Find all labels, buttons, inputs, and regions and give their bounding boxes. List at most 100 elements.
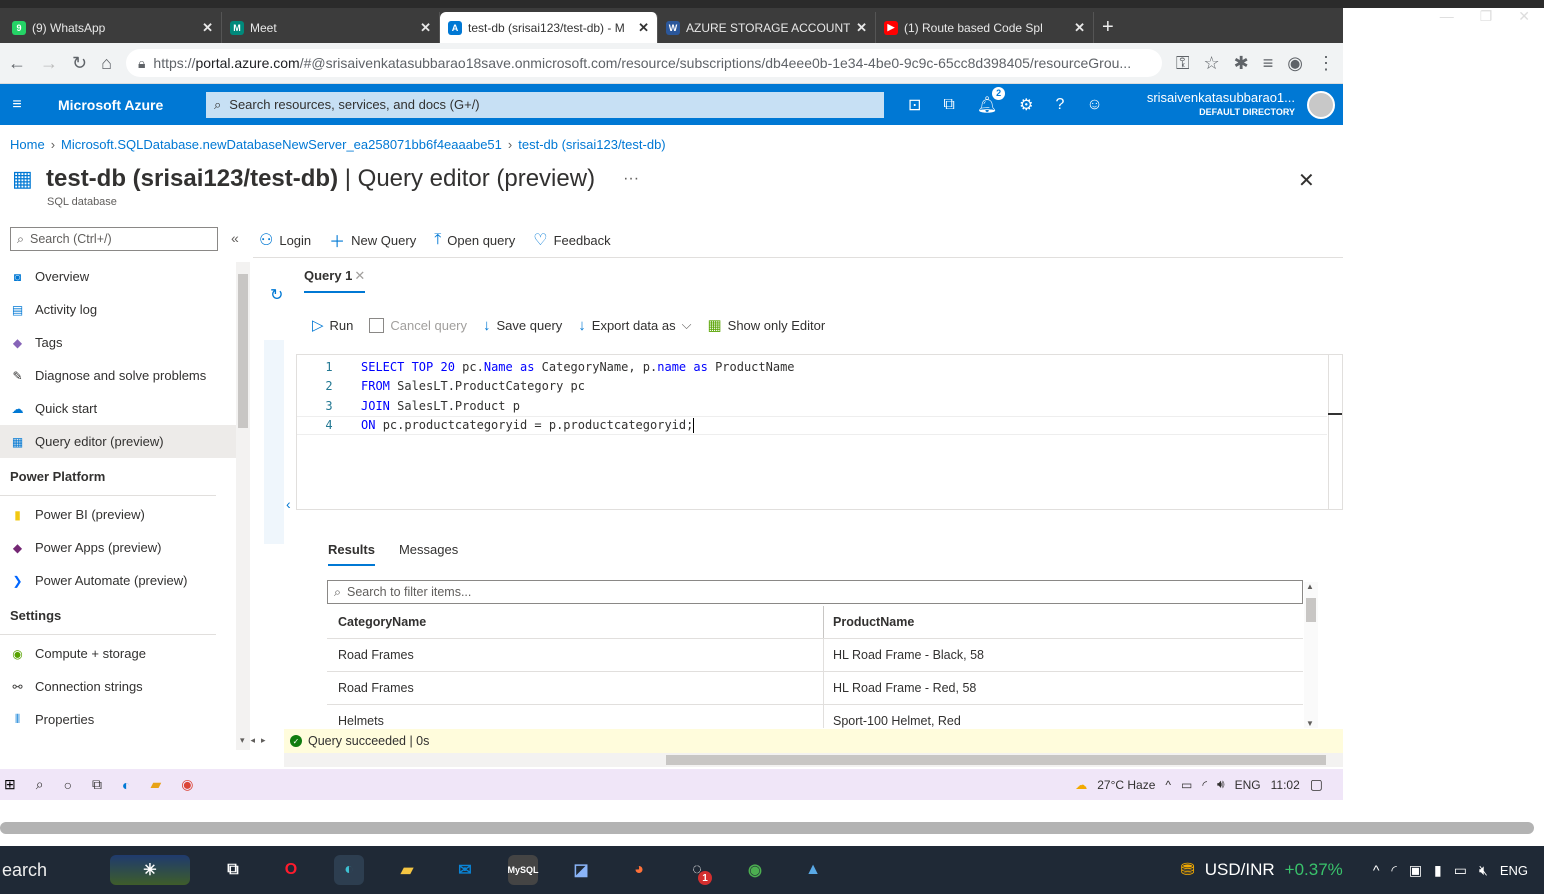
task-view-icon[interactable]: ⧉ xyxy=(92,776,102,793)
chrome-icon[interactable]: ◉ xyxy=(181,776,193,793)
sidebar-item[interactable]: ◙ Overview xyxy=(0,260,236,293)
wifi-icon[interactable]: ◜ xyxy=(1202,778,1207,792)
settings-gear-icon[interactable]: ⚙ xyxy=(1019,95,1033,115)
notification-center-icon[interactable]: ▢ xyxy=(1310,776,1323,793)
close-tab-icon[interactable]: ✕ xyxy=(202,20,213,36)
scroll-arrows[interactable]: ▾◂▸ xyxy=(240,735,272,746)
sidebar-item[interactable]: ▤ Activity log xyxy=(0,293,236,326)
refresh-icon[interactable]: ↻ xyxy=(270,285,283,305)
run-button[interactable]: ▷ Run xyxy=(312,316,353,334)
table-row[interactable]: Road Frames HL Road Frame - Red, 58 xyxy=(327,672,1303,705)
more-icon[interactable]: ··· xyxy=(623,170,639,188)
column-header[interactable]: CategoryName xyxy=(327,606,824,638)
browser-tab[interactable]: M Meet ✕ xyxy=(222,12,440,43)
close-tab-icon[interactable]: ✕ xyxy=(856,20,867,36)
sidebar-item[interactable]: ◆ Tags xyxy=(0,326,236,359)
file-explorer-icon[interactable]: ▰ xyxy=(151,776,162,793)
sidebar-item[interactable]: ☁ Quick start xyxy=(0,392,236,425)
code-line[interactable]: 1 SELECT TOP 20 pc.Name as CategoryName, … xyxy=(297,357,1327,376)
whatsapp-icon[interactable]: ◌ 1 xyxy=(682,855,712,885)
edge-icon[interactable]: ◐ xyxy=(334,855,364,885)
scrollbar-thumb[interactable] xyxy=(1306,598,1316,622)
cancel-query-button[interactable]: Cancel query xyxy=(369,317,467,333)
language-indicator[interactable]: ENG xyxy=(1500,863,1528,878)
battery-icon[interactable]: ▭ xyxy=(1454,862,1467,879)
browser-tab[interactable]: ▶ (1) Route based Code Spl ✕ xyxy=(876,12,1094,43)
tab-query-1[interactable]: Query 1 ✕ xyxy=(304,268,366,293)
search-highlight-icon[interactable]: ✳ xyxy=(110,855,190,885)
chevron-left-icon[interactable]: ‹ xyxy=(286,496,291,512)
browser-tab[interactable]: 9 (9) WhatsApp ✕ xyxy=(4,12,222,43)
chevron-up-icon[interactable]: ^ xyxy=(1373,862,1380,878)
close-tab-icon[interactable]: ✕ xyxy=(354,268,365,283)
scrollbar-thumb[interactable] xyxy=(666,755,1326,765)
sidebar-item[interactable]: ❯ Power Automate (preview) xyxy=(0,564,236,597)
menu-icon[interactable]: ⋮ xyxy=(1317,53,1335,74)
chrome-icon[interactable]: ◉ xyxy=(740,855,770,885)
sidebar-search-input[interactable]: ⌕ Search (Ctrl+/) xyxy=(10,227,218,251)
new-query-button[interactable]: ＋ New Query xyxy=(329,228,416,252)
show-only-editor-button[interactable]: ▦ Show only Editor xyxy=(707,316,825,334)
hamburger-icon[interactable]: ≡ xyxy=(0,96,34,114)
mysql-icon[interactable]: MySQL xyxy=(508,855,539,885)
code-line[interactable]: 3 JOIN SalesLT.Product p xyxy=(297,396,1327,415)
code-line[interactable]: 4 ON pc.productcategoryid = p.productcate… xyxy=(297,415,1327,435)
battery-icon[interactable]: ▭ xyxy=(1181,778,1192,792)
feedback-button[interactable]: ♡ Feedback xyxy=(533,230,610,250)
microphone-icon[interactable]: ▮ xyxy=(1434,862,1442,879)
code-editor[interactable]: 1 SELECT TOP 20 pc.Name as CategoryName, … xyxy=(296,354,1343,510)
address-bar[interactable]: 🔒︎ https://portal.azure.com/#@srisaivenk… xyxy=(125,49,1162,77)
cloud-shell-icon[interactable]: ⊡ xyxy=(908,95,921,115)
table-row[interactable]: Road Frames HL Road Frame - Black, 58 xyxy=(327,639,1303,672)
mail-icon[interactable]: ✉ xyxy=(450,855,480,885)
sidebar-scrollbar[interactable] xyxy=(236,262,250,750)
open-query-button[interactable]: ⤒ Open query xyxy=(434,231,515,249)
forward-icon[interactable]: → xyxy=(40,53,58,74)
export-data-button[interactable]: ↓ Export data as ⌵ xyxy=(578,317,691,334)
close-icon[interactable]: ✕ xyxy=(1298,168,1315,193)
sidebar-item[interactable]: ◆ Power Apps (preview) xyxy=(0,531,236,564)
new-tab-icon[interactable]: + xyxy=(1102,16,1114,39)
windows-start-icon[interactable]: ⊞ xyxy=(4,776,16,793)
tab-results[interactable]: Results xyxy=(328,542,375,566)
profile-icon[interactable]: ◉ xyxy=(1287,53,1303,74)
azure-brand[interactable]: Microsoft Azure xyxy=(58,97,198,113)
extensions-icon[interactable]: ✱ xyxy=(1234,53,1249,74)
browser-tab[interactable]: Atest-db (srisai123/test-db) - M ✕ xyxy=(440,12,658,43)
sidebar-item[interactable]: ▦ Query editor (preview) xyxy=(0,425,236,458)
sidebar-item[interactable]: ⦀ Properties xyxy=(0,703,236,736)
task-view-icon[interactable]: ⧉ xyxy=(218,855,248,885)
edge-icon[interactable]: ◐ xyxy=(122,777,130,793)
star-icon[interactable]: ☆ xyxy=(1204,53,1220,74)
weather-icon[interactable]: ☁ xyxy=(1075,778,1087,792)
close-tab-icon[interactable]: ✕ xyxy=(638,20,649,36)
taskbar-search[interactable]: earch xyxy=(0,860,96,881)
wifi-icon[interactable]: ◜ xyxy=(1391,862,1396,879)
weather-text[interactable]: 27°C Haze xyxy=(1097,778,1155,792)
results-filter-input[interactable]: ⌕ Search to filter items... xyxy=(327,580,1303,604)
close-tab-icon[interactable]: ✕ xyxy=(420,20,431,36)
account-info[interactable]: srisaivenkatasubbarao1... DEFAULT DIRECT… xyxy=(1147,90,1301,119)
tab-messages[interactable]: Messages xyxy=(399,542,458,566)
browser-tab[interactable]: W AZURE STORAGE ACCOUNTS ✕ xyxy=(658,12,876,43)
key-icon[interactable]: ⚿ xyxy=(1176,53,1190,74)
cortana-icon[interactable]: ○ xyxy=(64,777,72,793)
notepad-icon[interactable]: ◪ xyxy=(566,855,596,885)
collapse-sidebar-icon[interactable]: « xyxy=(231,230,239,246)
sidebar-item[interactable]: ✎ Diagnose and solve problems xyxy=(0,359,236,392)
language-indicator[interactable]: ENG xyxy=(1235,778,1261,792)
clock[interactable]: 11:02 xyxy=(1271,778,1300,792)
sidebar-item[interactable]: ⚯ Connection strings xyxy=(0,670,236,703)
reading-list-icon[interactable]: ≡ xyxy=(1263,53,1274,74)
sidebar-item[interactable]: ▮ Power BI (preview) xyxy=(0,498,236,531)
login-button[interactable]: ⚇ Login xyxy=(259,230,311,250)
stock-widget[interactable]: ⛃ USD/INR +0.37% xyxy=(1181,860,1343,880)
close-tab-icon[interactable]: ✕ xyxy=(1074,20,1085,36)
editor-scrollbar[interactable] xyxy=(1328,355,1342,509)
help-icon[interactable]: ? xyxy=(1056,96,1065,114)
feedback-person-icon[interactable]: ☺ xyxy=(1086,96,1102,114)
restore-icon[interactable]: ❐ xyxy=(1480,8,1493,25)
outer-horizontal-scrollbar[interactable] xyxy=(0,822,1534,834)
close-window-icon[interactable]: ✕ xyxy=(1518,8,1530,25)
breadcrumb-server[interactable]: Microsoft.SQLDatabase.newDatabaseNewServ… xyxy=(61,137,502,152)
